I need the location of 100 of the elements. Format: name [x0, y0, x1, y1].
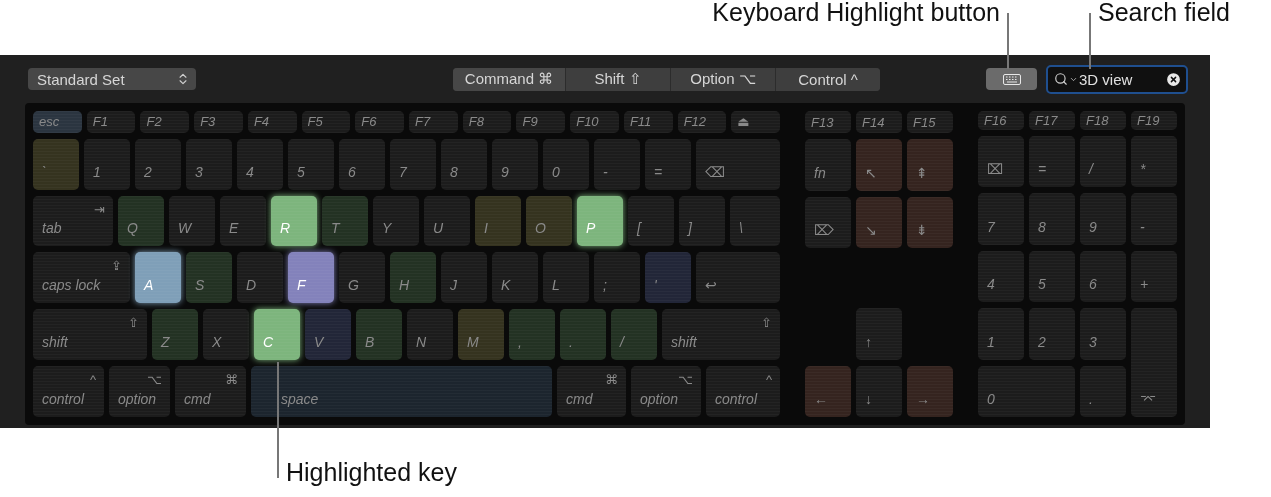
keyboard-key[interactable]: ⌫: [696, 138, 780, 190]
keyboard-key[interactable]: F15: [907, 111, 953, 133]
keyboard-key[interactable]: O: [526, 195, 572, 247]
keyboard-key[interactable]: .: [1080, 365, 1126, 417]
keyboard-key[interactable]: 8: [1029, 193, 1075, 245]
keyboard-key[interactable]: cmd ⌘: [175, 366, 246, 417]
keyboard-key[interactable]: 0: [978, 365, 1075, 417]
keyboard-key[interactable]: F1: [86, 111, 136, 133]
keyboard-key[interactable]: M: [458, 309, 504, 361]
keyboard-key[interactable]: shift ⇧: [33, 309, 147, 361]
keyboard-key[interactable]: option ⌥: [631, 366, 701, 417]
keyboard-key[interactable]: F18: [1080, 111, 1126, 130]
keyboard-key[interactable]: ': [645, 252, 691, 304]
keyboard-key[interactable]: esc: [33, 111, 82, 133]
keyboard-key[interactable]: F5: [301, 111, 351, 133]
keyboard-key[interactable]: 5: [1029, 250, 1075, 302]
keyboard-key[interactable]: →: [907, 365, 953, 417]
keyboard-key[interactable]: +: [1131, 250, 1177, 302]
keyboard-key[interactable]: space: [251, 366, 552, 417]
keyboard-key[interactable]: ⌦: [805, 196, 851, 248]
keyboard-key[interactable]: T: [322, 195, 368, 247]
keyboard-key[interactable]: 3: [186, 138, 232, 190]
keyboard-key[interactable]: I: [475, 195, 521, 247]
keyboard-key[interactable]: ⌤: [1131, 308, 1177, 417]
keyboard-key[interactable]: 1: [978, 308, 1024, 360]
search-field[interactable]: 3D view: [1046, 64, 1188, 94]
keyboard-key[interactable]: ⏏: [731, 111, 781, 133]
keyboard-key[interactable]: ↓: [856, 365, 902, 417]
keyboard-key[interactable]: ⌧: [978, 135, 1024, 187]
keyboard-key[interactable]: ↑: [856, 308, 902, 360]
keyboard-key[interactable]: B: [356, 309, 402, 361]
keyboard-key[interactable]: F10: [570, 111, 619, 133]
keyboard-key[interactable]: 7: [978, 193, 1024, 245]
keyboard-key[interactable]: ⇟: [907, 196, 953, 248]
search-text-input[interactable]: 3D view: [1079, 70, 1164, 88]
keyboard-key[interactable]: 2: [135, 138, 181, 190]
keyboard-key[interactable]: option ⌥: [109, 366, 170, 417]
keyboard-key[interactable]: Y: [373, 195, 419, 247]
keyboard-key[interactable]: -: [594, 138, 640, 190]
keyboard-key[interactable]: F: [288, 252, 334, 304]
keyboard-key[interactable]: ↩: [696, 252, 780, 304]
keyboard-key[interactable]: 6: [1080, 250, 1126, 302]
keyboard-key[interactable]: =: [645, 138, 691, 190]
keyboard-key[interactable]: E: [220, 195, 266, 247]
keyboard-key[interactable]: F6: [355, 111, 405, 133]
keyboard-key[interactable]: W: [169, 195, 215, 247]
keyboard-key[interactable]: \: [730, 195, 780, 247]
keyboard-key[interactable]: 4: [237, 138, 283, 190]
keyboard-key[interactable]: caps lock ⇪: [33, 252, 130, 304]
keyboard-key[interactable]: 0: [543, 138, 589, 190]
keyboard-key[interactable]: control ^: [33, 366, 104, 417]
clear-button[interactable]: [1165, 70, 1182, 88]
keyboard-key[interactable]: 5: [288, 138, 334, 190]
keyboard-key[interactable]: F2: [140, 111, 190, 133]
modifier-button[interactable]: Control ^: [775, 67, 880, 91]
keyboard-key[interactable]: /: [1080, 135, 1126, 187]
keyboard-key[interactable]: F14: [856, 111, 902, 133]
keyboard-key[interactable]: ↖: [856, 139, 902, 191]
keyboard-key[interactable]: X: [203, 309, 249, 361]
keyboard-key[interactable]: ⇞: [907, 139, 953, 191]
keyboard-key[interactable]: S: [186, 252, 232, 304]
keyboard-key[interactable]: A: [135, 252, 181, 304]
keyboard-key[interactable]: K: [492, 252, 538, 304]
keyboard-key[interactable]: D: [237, 252, 283, 304]
keyboard-key[interactable]: 1: [84, 138, 130, 190]
keyboard-key[interactable]: J: [441, 252, 487, 304]
keyboard-key[interactable]: `: [33, 138, 79, 190]
keyboard-highlight-button[interactable]: [986, 68, 1037, 90]
keyboard-key[interactable]: *: [1131, 135, 1177, 187]
keyboard-key[interactable]: tab ⇥: [33, 195, 113, 247]
keyboard-key[interactable]: U: [424, 195, 470, 247]
keyboard-key[interactable]: V: [305, 309, 351, 361]
keyboard-key[interactable]: F3: [194, 111, 243, 133]
keyboard-key[interactable]: F13: [805, 111, 851, 133]
keyboard-key[interactable]: F12: [677, 111, 727, 133]
keyboard-key[interactable]: H: [390, 252, 436, 304]
keyboard-key[interactable]: ↘: [856, 196, 902, 248]
keyboard-key[interactable]: control ^: [706, 366, 780, 417]
keyboard-key[interactable]: 4: [978, 250, 1024, 302]
keyboard-key[interactable]: 9: [492, 138, 538, 190]
keyboard-key[interactable]: 7: [390, 138, 436, 190]
keyboard-key[interactable]: F9: [516, 111, 566, 133]
keyboard-key[interactable]: -: [1131, 193, 1177, 245]
keyboard-key[interactable]: 9: [1080, 193, 1126, 245]
keyboard-key[interactable]: fn: [805, 139, 851, 191]
keyboard-key[interactable]: [: [628, 195, 674, 247]
keyboard-key[interactable]: G: [339, 252, 385, 304]
keyboard-key[interactable]: ]: [679, 195, 725, 247]
keyboard-key[interactable]: =: [1029, 135, 1075, 187]
keyboard-key[interactable]: 8: [441, 138, 487, 190]
keyboard-key[interactable]: /: [611, 309, 657, 361]
keyboard-key[interactable]: Z: [152, 309, 198, 361]
keyboard-key[interactable]: F16: [978, 111, 1024, 130]
keyboard-key[interactable]: shift ⇧: [662, 309, 780, 361]
keyboard-key[interactable]: F19: [1131, 111, 1177, 130]
keyboard-key[interactable]: Q: [118, 195, 164, 247]
keyboard-key[interactable]: ;: [594, 252, 640, 304]
command-set-dropdown[interactable]: Standard Set: [28, 68, 196, 90]
keyboard-key[interactable]: F8: [462, 111, 512, 133]
keyboard-key[interactable]: ←: [805, 365, 851, 417]
